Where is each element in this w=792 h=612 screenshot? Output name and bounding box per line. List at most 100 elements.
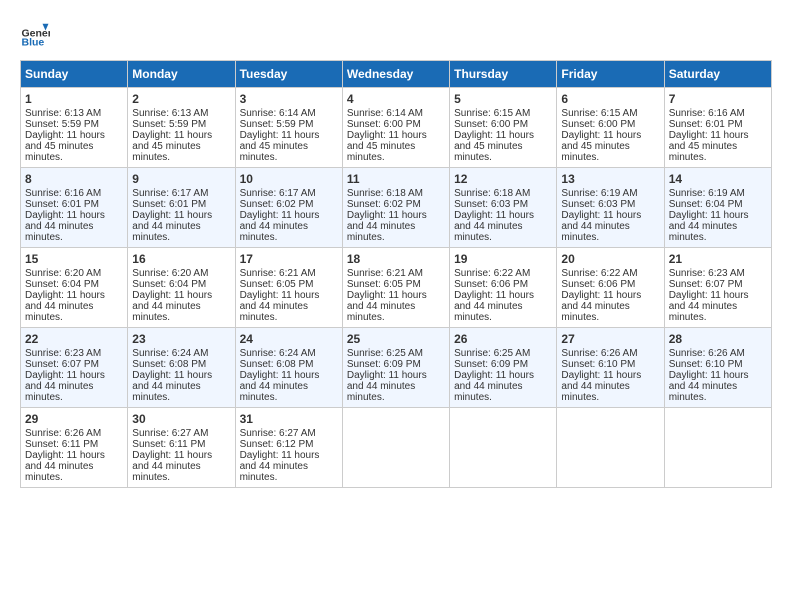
sunset-label: Sunset: 5:59 PM bbox=[240, 119, 314, 130]
sunset-label: Sunset: 5:59 PM bbox=[132, 119, 206, 130]
daylight-label: Daylight: 11 hours and 44 minutes minute… bbox=[561, 370, 641, 403]
daylight-label: Daylight: 11 hours and 44 minutes minute… bbox=[25, 370, 105, 403]
day-number: 6 bbox=[561, 92, 659, 106]
sunrise-label: Sunrise: 6:24 AM bbox=[132, 348, 208, 359]
sunrise-label: Sunrise: 6:15 AM bbox=[454, 108, 530, 119]
sunset-label: Sunset: 6:04 PM bbox=[25, 279, 99, 290]
day-number: 22 bbox=[25, 332, 123, 346]
calendar-cell: 6Sunrise: 6:15 AMSunset: 6:00 PMDaylight… bbox=[557, 88, 664, 168]
daylight-label: Daylight: 11 hours and 44 minutes minute… bbox=[132, 450, 212, 483]
sunrise-label: Sunrise: 6:23 AM bbox=[25, 348, 101, 359]
calendar-cell bbox=[664, 408, 771, 488]
daylight-label: Daylight: 11 hours and 44 minutes minute… bbox=[347, 290, 427, 323]
daylight-label: Daylight: 11 hours and 45 minutes minute… bbox=[669, 130, 749, 163]
sunrise-label: Sunrise: 6:15 AM bbox=[561, 108, 637, 119]
sunrise-label: Sunrise: 6:27 AM bbox=[132, 428, 208, 439]
week-row-4: 22Sunrise: 6:23 AMSunset: 6:07 PMDayligh… bbox=[21, 328, 772, 408]
calendar-cell: 18Sunrise: 6:21 AMSunset: 6:05 PMDayligh… bbox=[342, 248, 449, 328]
day-number: 4 bbox=[347, 92, 445, 106]
sunrise-label: Sunrise: 6:17 AM bbox=[132, 188, 208, 199]
sunrise-label: Sunrise: 6:23 AM bbox=[669, 268, 745, 279]
day-number: 24 bbox=[240, 332, 338, 346]
sunrise-label: Sunrise: 6:19 AM bbox=[669, 188, 745, 199]
calendar-cell: 10 Sunrise: 6:17 AMSunset: 6:02 PMDayligh… bbox=[235, 168, 342, 248]
sunset-label: Sunset: 6:00 PM bbox=[347, 119, 421, 130]
day-number: 27 bbox=[561, 332, 659, 346]
calendar-cell: 31Sunrise: 6:27 AMSunset: 6:12 PMDayligh… bbox=[235, 408, 342, 488]
calendar-cell: 15Sunrise: 6:20 AMSunset: 6:04 PMDayligh… bbox=[21, 248, 128, 328]
calendar-cell: 14Sunrise: 6:19 AMSunset: 6:04 PMDayligh… bbox=[664, 168, 771, 248]
calendar-cell: 16Sunrise: 6:20 AMSunset: 6:04 PMDayligh… bbox=[128, 248, 235, 328]
sunrise-label: Sunrise: 6:14 AM bbox=[240, 108, 316, 119]
daylight-label: Daylight: 11 hours and 45 minutes minute… bbox=[240, 130, 320, 163]
sunset-label: Sunset: 6:11 PM bbox=[132, 439, 205, 450]
daylight-label: Daylight: 11 hours and 44 minutes minute… bbox=[454, 370, 534, 403]
calendar-cell bbox=[342, 408, 449, 488]
daylight-label: Daylight: 11 hours and 45 minutes minute… bbox=[561, 130, 641, 163]
calendar-cell: 24Sunrise: 6:24 AMSunset: 6:08 PMDayligh… bbox=[235, 328, 342, 408]
day-number: 26 bbox=[454, 332, 552, 346]
header-row: Sunday Monday Tuesday Wednesday Thursday… bbox=[21, 61, 772, 88]
sunrise-label: Sunrise: 6:24 AM bbox=[240, 348, 316, 359]
daylight-label: Daylight: 11 hours and 45 minutes minute… bbox=[454, 130, 534, 163]
daylight-label: Daylight: 11 hours and 44 minutes minute… bbox=[240, 210, 320, 243]
daylight-label: Daylight: 11 hours and 44 minutes minute… bbox=[669, 210, 749, 243]
daylight-label: Daylight: 11 hours and 44 minutes minute… bbox=[669, 290, 749, 323]
calendar-table: Sunday Monday Tuesday Wednesday Thursday… bbox=[20, 60, 772, 488]
calendar-cell: 30 Sunrise: 6:27 AMSunset: 6:11 PMDayligh… bbox=[128, 408, 235, 488]
sunset-label: Sunset: 5:59 PM bbox=[25, 119, 99, 130]
sunset-label: Sunset: 6:10 PM bbox=[669, 359, 743, 370]
sunrise-label: Sunrise: 6:25 AM bbox=[347, 348, 423, 359]
sunrise-label: Sunrise: 6:22 AM bbox=[561, 268, 637, 279]
page-header: General Blue bbox=[20, 20, 772, 50]
day-number: 20 bbox=[561, 252, 659, 266]
sunset-label: Sunset: 6:09 PM bbox=[347, 359, 421, 370]
sunset-label: Sunset: 6:08 PM bbox=[132, 359, 206, 370]
calendar-cell: 12Sunrise: 6:18 AMSunset: 6:03 PMDayligh… bbox=[450, 168, 557, 248]
day-number: 25 bbox=[347, 332, 445, 346]
calendar-cell: 29Sunrise: 6:26 AMSunset: 6:11 PMDayligh… bbox=[21, 408, 128, 488]
calendar-cell: 20Sunrise: 6:22 AMSunset: 6:06 PMDayligh… bbox=[557, 248, 664, 328]
sunset-label: Sunset: 6:11 PM bbox=[25, 439, 98, 450]
calendar-cell bbox=[557, 408, 664, 488]
sunset-label: Sunset: 6:01 PM bbox=[25, 199, 99, 210]
day-number: 10 bbox=[240, 172, 338, 186]
logo: General Blue bbox=[20, 20, 50, 50]
sunset-label: Sunset: 6:07 PM bbox=[25, 359, 99, 370]
day-number: 19 bbox=[454, 252, 552, 266]
col-monday: Monday bbox=[128, 61, 235, 88]
day-number: 30 bbox=[132, 412, 230, 426]
sunrise-label: Sunrise: 6:22 AM bbox=[454, 268, 530, 279]
week-row-2: 8Sunrise: 6:16 AMSunset: 6:01 PMDaylight… bbox=[21, 168, 772, 248]
logo-icon: General Blue bbox=[20, 20, 50, 50]
daylight-label: Daylight: 11 hours and 44 minutes minute… bbox=[454, 290, 534, 323]
col-friday: Friday bbox=[557, 61, 664, 88]
sunrise-label: Sunrise: 6:18 AM bbox=[347, 188, 423, 199]
calendar-cell: 22 Sunrise: 6:23 AMSunset: 6:07 PMDayligh… bbox=[21, 328, 128, 408]
daylight-label: Daylight: 11 hours and 44 minutes minute… bbox=[454, 210, 534, 243]
calendar-cell: 3Sunrise: 6:14 AMSunset: 5:59 PMDaylight… bbox=[235, 88, 342, 168]
day-number: 18 bbox=[347, 252, 445, 266]
calendar-cell: 9Sunrise: 6:17 AMSunset: 6:01 PMDaylight… bbox=[128, 168, 235, 248]
sunset-label: Sunset: 6:06 PM bbox=[454, 279, 528, 290]
sunset-label: Sunset: 6:02 PM bbox=[347, 199, 421, 210]
calendar-cell: 19 Sunrise: 6:22 AMSunset: 6:06 PMDayligh… bbox=[450, 248, 557, 328]
daylight-label: Daylight: 11 hours and 45 minutes minute… bbox=[347, 130, 427, 163]
sunrise-label: Sunrise: 6:26 AM bbox=[561, 348, 637, 359]
day-number: 28 bbox=[669, 332, 767, 346]
day-number: 23 bbox=[132, 332, 230, 346]
day-number: 9 bbox=[132, 172, 230, 186]
day-number: 7 bbox=[669, 92, 767, 106]
sunrise-label: Sunrise: 6:26 AM bbox=[25, 428, 101, 439]
sunrise-label: Sunrise: 6:20 AM bbox=[132, 268, 208, 279]
calendar-cell: 17Sunrise: 6:21 AMSunset: 6:05 PMDayligh… bbox=[235, 248, 342, 328]
sunset-label: Sunset: 6:10 PM bbox=[561, 359, 635, 370]
calendar-cell: 23Sunrise: 6:24 AMSunset: 6:08 PMDayligh… bbox=[128, 328, 235, 408]
col-sunday: Sunday bbox=[21, 61, 128, 88]
sunset-label: Sunset: 6:06 PM bbox=[561, 279, 635, 290]
sunset-label: Sunset: 6:05 PM bbox=[240, 279, 314, 290]
sunset-label: Sunset: 6:03 PM bbox=[561, 199, 635, 210]
day-number: 13 bbox=[561, 172, 659, 186]
sunrise-label: Sunrise: 6:17 AM bbox=[240, 188, 316, 199]
sunset-label: Sunset: 6:02 PM bbox=[240, 199, 314, 210]
